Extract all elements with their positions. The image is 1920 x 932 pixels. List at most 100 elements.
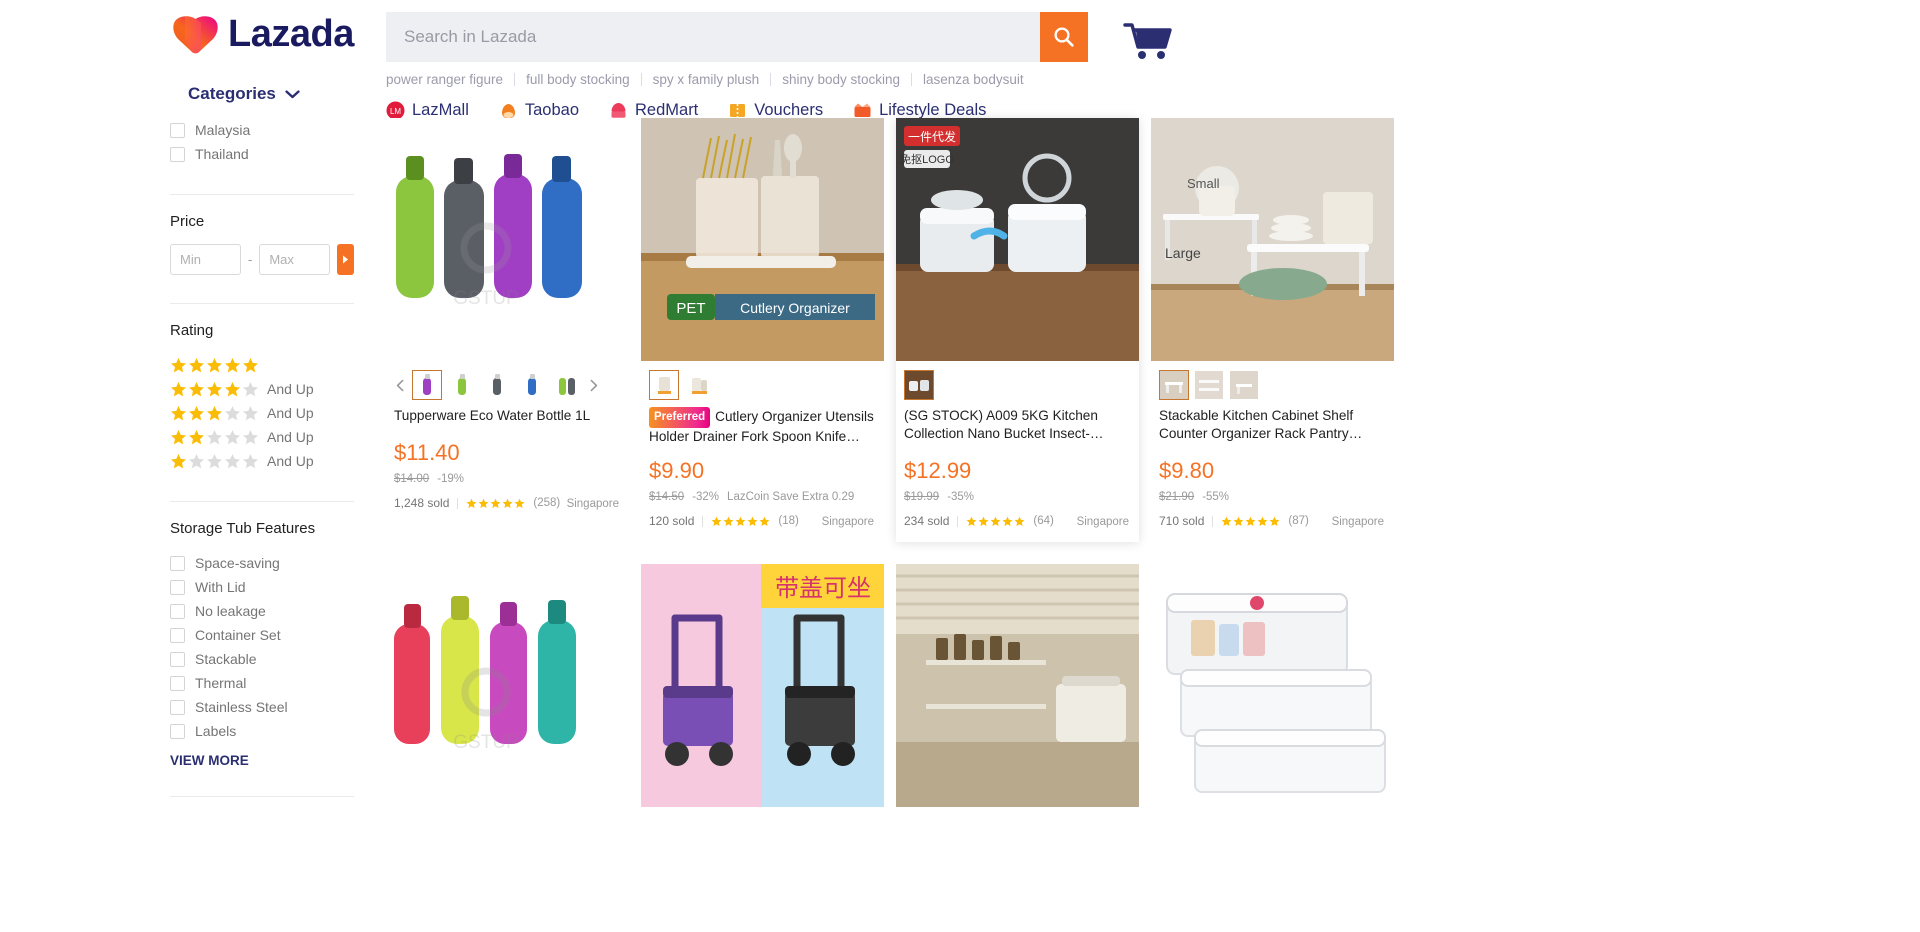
checkbox-icon[interactable] <box>170 603 185 619</box>
quicknav-lazmall[interactable]: LM LazMall <box>386 101 469 120</box>
search-bar <box>386 12 1088 62</box>
chevron-right-icon[interactable] <box>587 379 600 392</box>
variant-thumb-1[interactable] <box>649 370 679 400</box>
product-title[interactable]: Stackable Kitchen Cabinet Shelf Counter … <box>1159 407 1386 443</box>
rating-option-4[interactable]: And Up <box>170 377 354 401</box>
product-image-kitchen-spice-rack[interactable] <box>896 564 1139 807</box>
quicknav-vouchers[interactable]: Vouchers <box>728 101 823 120</box>
price-max-input[interactable] <box>259 244 331 275</box>
product-image-water-bottles-colored[interactable]: GSTUP <box>386 564 629 807</box>
checkbox-icon[interactable] <box>170 651 185 667</box>
trending-term[interactable]: full body stocking <box>515 72 641 87</box>
variant-thumb-2[interactable] <box>684 370 714 400</box>
product-extra-promo: LazCoin Save Extra 0.29 <box>727 491 855 503</box>
filter-option-malaysia[interactable]: Malaysia <box>170 118 354 142</box>
svg-text:GSTUP: GSTUP <box>453 288 518 309</box>
product-card[interactable] <box>1151 564 1394 821</box>
variant-thumb-blue[interactable] <box>517 370 547 400</box>
trending-term[interactable]: shiny body stocking <box>771 72 911 87</box>
star-filled-icon <box>1269 516 1280 526</box>
chevron-left-icon[interactable] <box>394 379 407 392</box>
checkbox-icon[interactable] <box>170 723 185 739</box>
variant-thumbnails <box>641 361 884 403</box>
rating-option-3[interactable]: And Up <box>170 401 354 425</box>
divider <box>170 303 354 304</box>
star-empty-icon <box>243 381 258 396</box>
search-input[interactable] <box>386 12 1040 62</box>
cutlery-organizer-illustration: PET Cutlery Organizer <box>641 118 884 361</box>
checkbox-icon[interactable] <box>170 699 185 715</box>
rating-option-5[interactable] <box>170 353 354 377</box>
variant-thumb-3[interactable] <box>1229 370 1259 400</box>
product-rating-stars <box>966 516 1025 527</box>
filter-option-labels[interactable]: Labels <box>170 719 354 743</box>
filter-title-features: Storage Tub Features <box>170 520 316 537</box>
product-card[interactable]: Small Large Stackable Kitchen Cabinet Sh… <box>1151 118 1394 542</box>
variant-thumb-1[interactable] <box>1159 370 1189 400</box>
price-apply-button[interactable] <box>337 244 354 275</box>
star-filled-icon <box>243 357 258 372</box>
search-button[interactable] <box>1040 12 1088 62</box>
quicknav-redmart[interactable]: RedMart <box>609 101 698 120</box>
product-card[interactable]: PET Cutlery Organizer Preferred Cutlery … <box>641 118 884 542</box>
filter-option-label: Thermal <box>195 675 247 691</box>
product-card[interactable] <box>896 564 1139 821</box>
divider <box>1212 515 1214 527</box>
product-title[interactable]: Tupperware Eco Water Bottle 1L <box>394 407 621 425</box>
variant-thumb-2[interactable] <box>1194 370 1224 400</box>
variant-thumb-purple[interactable] <box>412 370 442 400</box>
product-image-stackable-shelf[interactable]: Small Large <box>1151 118 1394 361</box>
price-min-input[interactable] <box>170 244 241 275</box>
variant-thumb-green[interactable] <box>447 370 477 400</box>
product-title[interactable]: Preferred Cutlery Organizer Utensils Hold… <box>649 407 876 443</box>
product-image-folding-trolley-cart[interactable]: 带盖可坐 <box>641 564 884 807</box>
rating-option-2[interactable]: And Up <box>170 425 354 449</box>
checkbox-icon[interactable] <box>170 555 185 571</box>
filter-option-space-saving[interactable]: Space-saving <box>170 551 354 575</box>
filter-option-container-set[interactable]: Container Set <box>170 623 354 647</box>
categories-button[interactable]: Categories <box>188 84 300 104</box>
star-filled-icon <box>225 357 240 372</box>
filter-option-thermal[interactable]: Thermal <box>170 671 354 695</box>
product-image-cutlery-organizer[interactable]: PET Cutlery Organizer <box>641 118 884 361</box>
view-more-button[interactable]: VIEW MORE <box>170 753 354 768</box>
trending-term[interactable]: power ranger figure <box>386 72 514 87</box>
variant-thumb-grey[interactable] <box>482 370 512 400</box>
rating-label: And Up <box>267 405 314 421</box>
trending-term[interactable]: spy x family plush <box>642 72 771 87</box>
product-title[interactable]: (SG STOCK) A009 5KG Kitchen Collection N… <box>904 407 1131 443</box>
svg-text:GSTUP: GSTUP <box>453 732 518 753</box>
rating-option-1[interactable]: And Up <box>170 449 354 473</box>
filters-sidebar: Malaysia Thailand Price - <box>170 118 370 821</box>
checkbox-icon[interactable] <box>170 146 185 162</box>
checkbox-icon[interactable] <box>170 627 185 643</box>
cart-button[interactable] <box>1122 20 1174 62</box>
taobao-icon <box>501 103 515 118</box>
product-card[interactable]: 带盖可坐 <box>641 564 884 821</box>
checkbox-icon[interactable] <box>170 675 185 691</box>
filter-option-stackable[interactable]: Stackable <box>170 647 354 671</box>
lazada-logo[interactable]: Lazada <box>172 14 354 54</box>
product-card[interactable]: 一件代发 免抠LOGO (SG STOCK) A009 5KG Kitchen … <box>896 118 1139 542</box>
filter-option-thailand[interactable]: Thailand <box>170 142 354 166</box>
trending-term[interactable]: lasenza bodysuit <box>912 72 1035 87</box>
star-filled-icon <box>514 498 525 508</box>
product-card[interactable]: GSTUP <box>386 118 629 542</box>
stackable-shelf-illustration: Small Large <box>1151 118 1394 361</box>
quicknav-lifestyle-deals[interactable]: Lifestyle Deals <box>853 101 986 120</box>
checkbox-icon[interactable] <box>170 122 185 138</box>
product-image-storage-box-clear[interactable] <box>1151 564 1394 807</box>
filter-option-with-lid[interactable]: With Lid <box>170 575 354 599</box>
product-card[interactable]: GSTUP <box>386 564 629 821</box>
variant-thumb-1[interactable] <box>904 370 934 400</box>
variant-thumb-green-grey[interactable] <box>552 370 582 400</box>
checkbox-icon[interactable] <box>170 579 185 595</box>
product-image-nano-bucket-containers[interactable]: 一件代发 免抠LOGO <box>896 118 1139 361</box>
shopping-cart-icon <box>1123 23 1172 59</box>
product-image-water-bottles-group[interactable]: GSTUP <box>386 118 629 361</box>
product-info: Preferred Cutlery Organizer Utensils Hold… <box>641 403 884 528</box>
filter-option-no-leakage[interactable]: No leakage <box>170 599 354 623</box>
lazmall-icon: LM <box>386 101 405 119</box>
quicknav-taobao[interactable]: Taobao <box>499 101 579 120</box>
filter-option-stainless-steel[interactable]: Stainless Steel <box>170 695 354 719</box>
